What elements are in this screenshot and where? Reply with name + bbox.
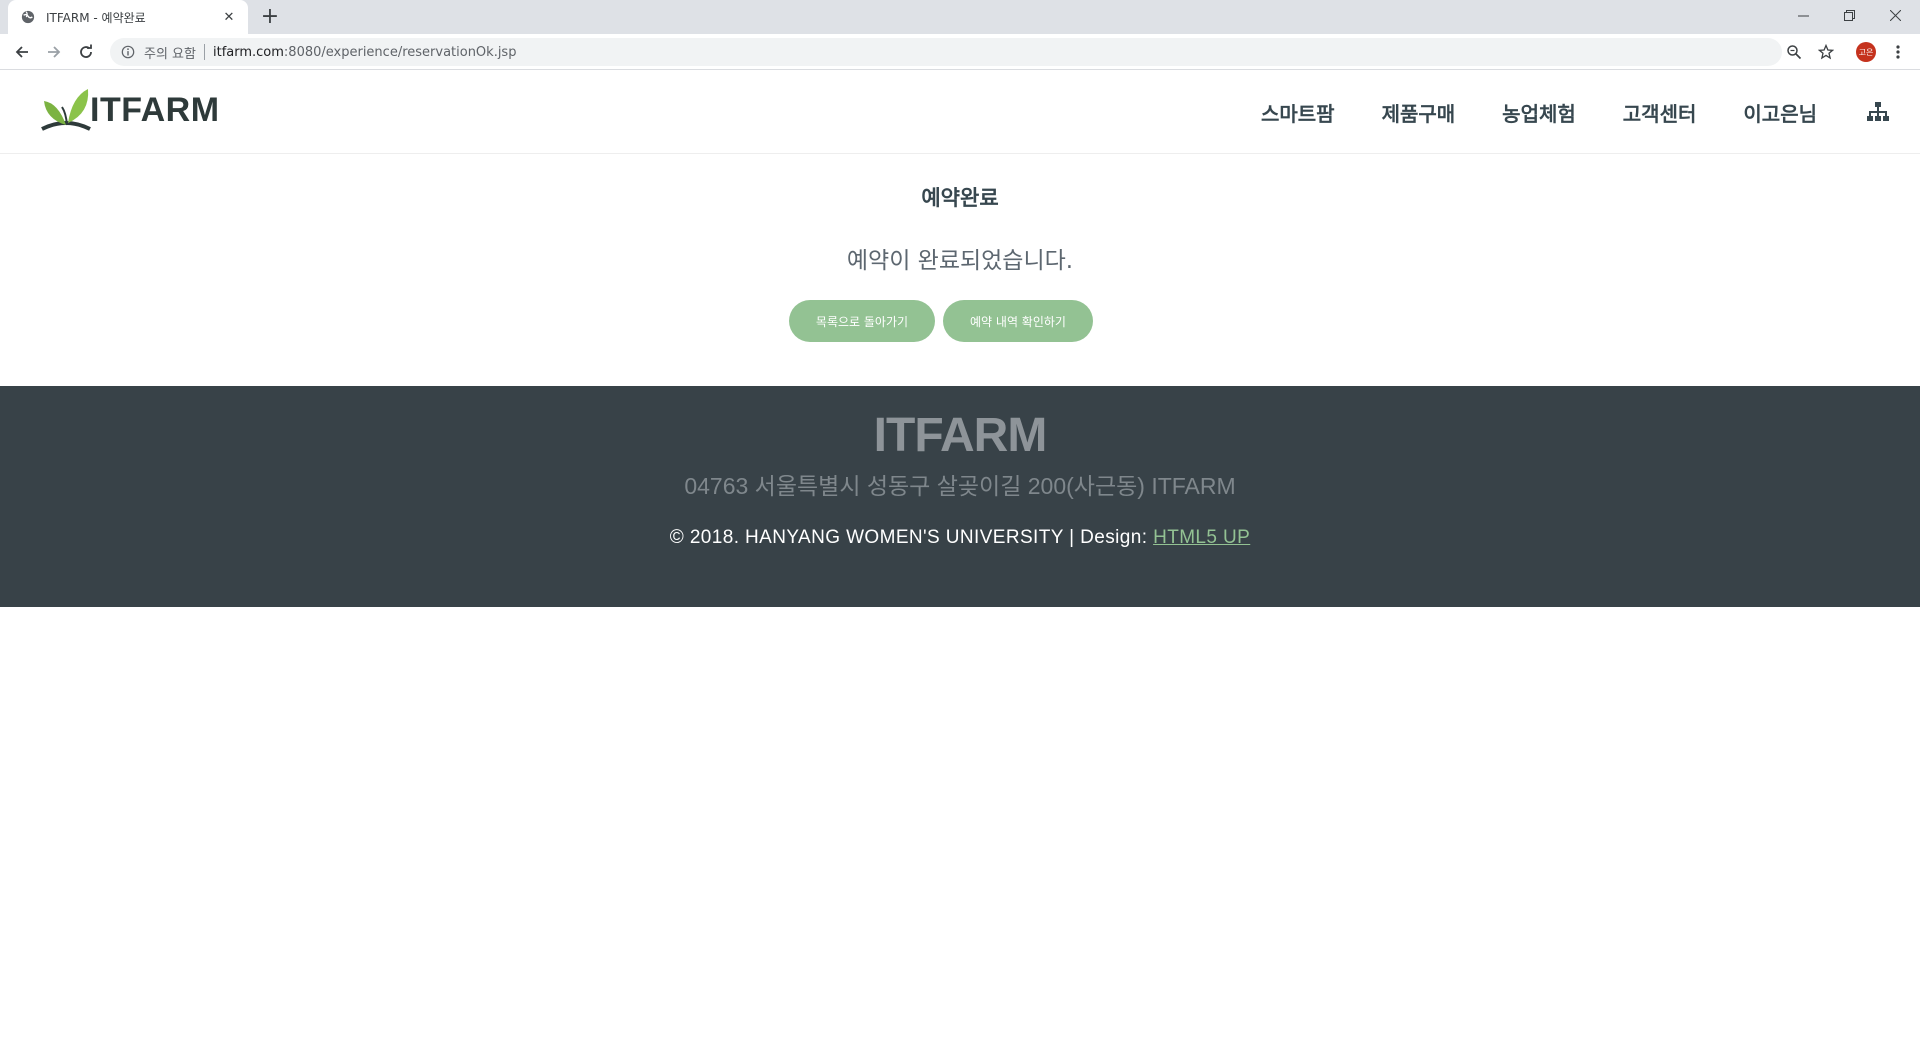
site-logo[interactable]: ITFARM <box>38 82 220 138</box>
minimize-icon[interactable] <box>1780 0 1826 30</box>
completion-message: 예약이 완료되었습니다. <box>846 248 1074 274</box>
footer-copyright: © 2018. HANYANG WOMEN'S UNIVERSITY | Des… <box>0 527 1920 549</box>
back-to-list-button[interactable]: 목록으로 돌아가기 <box>789 300 935 342</box>
globe-icon <box>20 9 36 25</box>
more-vert-icon[interactable] <box>1884 38 1912 66</box>
nav-item-experience[interactable]: 농업체험 <box>1502 98 1576 127</box>
copyright-text: © 2018. HANYANG WOMEN'S UNIVERSITY | Des… <box>669 527 1154 548</box>
close-window-icon[interactable] <box>1872 0 1918 30</box>
nav-item-user[interactable]: 이고은님 <box>1743 98 1817 127</box>
nav-item-smartfarm[interactable]: 스마트팜 <box>1261 98 1335 127</box>
browser-tabbar: ITFARM - 예약완료 ✕ + <box>0 0 1920 34</box>
site-header: ITFARM 스마트팜 제품구매 농업체험 고객센터 이고은님 <box>0 70 1920 154</box>
new-tab-button[interactable]: + <box>258 5 282 29</box>
security-warning[interactable]: 주의 요함 <box>144 43 196 62</box>
footer-address: 04763 서울특별시 성동구 살곶이길 200(사근동) ITFARM <box>684 473 1236 499</box>
page-title: 예약완료 <box>921 186 999 210</box>
nav-item-support[interactable]: 고객센터 <box>1623 98 1697 127</box>
browser-tab[interactable]: ITFARM - 예약완료 ✕ <box>8 0 248 34</box>
info-icon[interactable] <box>120 44 136 60</box>
view-reservation-button[interactable]: 예약 내역 확인하기 <box>943 300 1093 342</box>
address-separator <box>203 44 205 60</box>
back-arrow-icon[interactable] <box>8 38 36 66</box>
footer-logo: ITFARM <box>873 409 1048 462</box>
close-tab-icon[interactable]: ✕ <box>220 8 238 26</box>
nav-item-products[interactable]: 제품구매 <box>1382 98 1456 127</box>
site-footer: ITFARM 04763 서울특별시 성동구 살곶이길 200(사근동) ITF… <box>0 386 1920 607</box>
zoom-icon[interactable] <box>1780 38 1808 66</box>
tab-title: ITFARM - 예약완료 <box>46 10 146 25</box>
leaf-logo-icon <box>41 89 91 131</box>
restore-icon[interactable] <box>1826 0 1872 30</box>
url-host: itfarm.com <box>212 44 284 60</box>
html5up-link[interactable]: HTML5 UP <box>1153 527 1250 548</box>
profile-avatar[interactable]: 고은 <box>1856 42 1876 62</box>
action-buttons: 목록으로 돌아가기 예약 내역 확인하기 <box>0 300 1920 342</box>
bookmark-star-icon[interactable] <box>1812 38 1840 66</box>
address-bar[interactable]: 주의 요함 itfarm.com:8080/experience/reserva… <box>110 38 1782 66</box>
main-nav: 스마트팜 제품구매 농업체험 고객센터 이고은님 <box>1261 70 1920 154</box>
forward-arrow-icon[interactable] <box>40 38 68 66</box>
logo-text: ITFARM <box>90 90 220 129</box>
url-path: :8080/experience/reservationOk.jsp <box>283 44 517 60</box>
sitemap-icon[interactable] <box>1864 98 1892 126</box>
browser-toolbar: 주의 요함 itfarm.com:8080/experience/reserva… <box>0 34 1920 70</box>
reservation-complete-section: 예약완료 예약이 완료되었습니다. 목록으로 돌아가기 예약 내역 확인하기 <box>0 155 1920 385</box>
reload-icon[interactable] <box>72 38 100 66</box>
